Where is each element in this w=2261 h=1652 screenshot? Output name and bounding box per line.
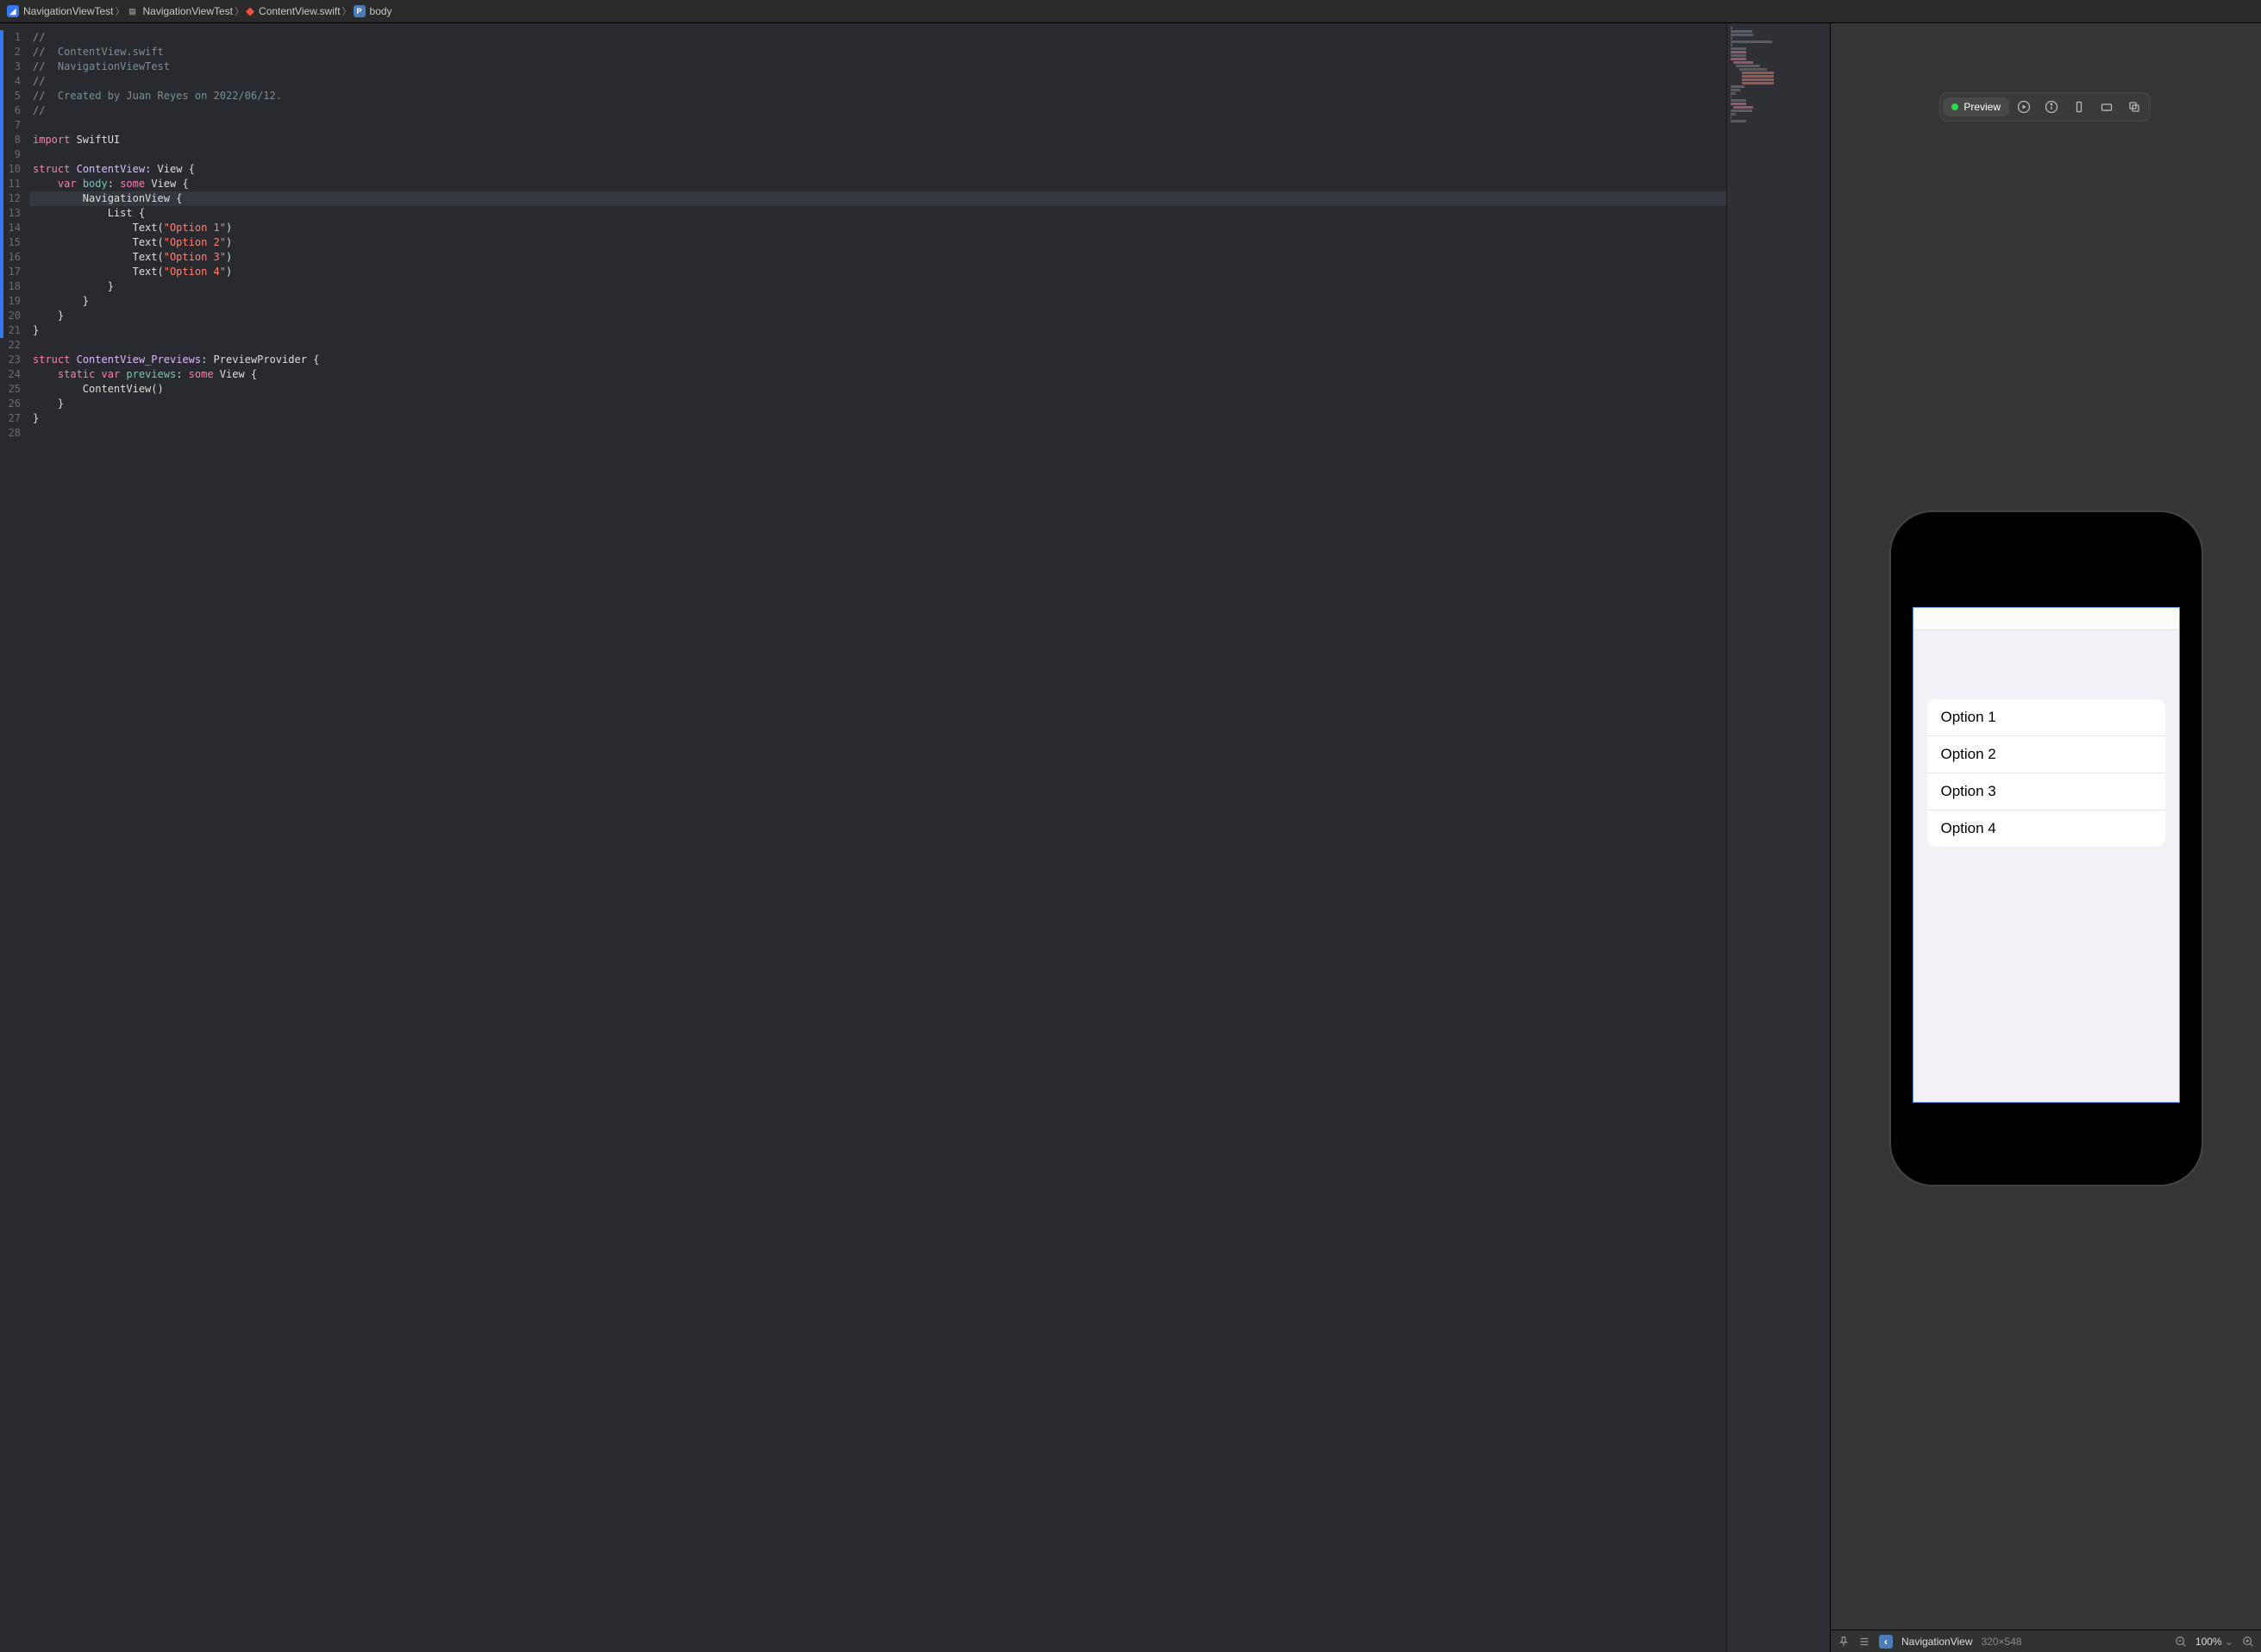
preview-label: Preview bbox=[1964, 101, 2001, 113]
device-settings-button[interactable] bbox=[2066, 96, 2092, 118]
zoom-level[interactable]: 100% ⌄ bbox=[2195, 1636, 2233, 1648]
breadcrumb-project-label: NavigationViewTest bbox=[23, 5, 114, 17]
play-button[interactable] bbox=[2011, 96, 2037, 118]
code-line[interactable]: // ContentView.swift bbox=[29, 45, 1726, 59]
code-line[interactable]: // NavigationViewTest bbox=[29, 59, 1726, 74]
variants-button[interactable] bbox=[2094, 96, 2120, 118]
code-line[interactable]: // bbox=[29, 103, 1726, 118]
code-line[interactable]: NavigationView { bbox=[29, 191, 1726, 206]
list-view: Option 1Option 2Option 3Option 4 bbox=[1927, 699, 2165, 847]
code-line[interactable]: Text("Option 2") bbox=[29, 235, 1726, 250]
line-gutter: 1234567891011121314151617181920212223242… bbox=[0, 23, 29, 1652]
code-line[interactable]: } bbox=[29, 411, 1726, 426]
code-line[interactable]: } bbox=[29, 323, 1726, 338]
code-line[interactable]: // bbox=[29, 30, 1726, 45]
zoom-in-button[interactable] bbox=[2242, 1636, 2254, 1648]
code-line[interactable] bbox=[29, 426, 1726, 441]
breadcrumb-project[interactable]: ◢ NavigationViewTest bbox=[7, 5, 114, 17]
folder-icon: ▤ bbox=[127, 5, 139, 17]
code-line[interactable] bbox=[29, 118, 1726, 133]
list-item[interactable]: Option 2 bbox=[1927, 736, 2165, 773]
code-line[interactable]: } bbox=[29, 279, 1726, 294]
breadcrumb-separator: 〉 bbox=[235, 4, 244, 18]
breadcrumb-file-label: ContentView.swift bbox=[259, 5, 341, 17]
code-line[interactable]: static var previews: some View { bbox=[29, 367, 1726, 382]
editor-panel: 1234567891011121314151617181920212223242… bbox=[0, 23, 1830, 1652]
list-item[interactable]: Option 1 bbox=[1927, 699, 2165, 736]
phone-frame: Option 1Option 2Option 3Option 4 bbox=[1891, 512, 2202, 1185]
swift-icon: ◆ bbox=[246, 4, 254, 18]
main-area: 1234567891011121314151617181920212223242… bbox=[0, 23, 2261, 1652]
code-line[interactable]: List { bbox=[29, 206, 1726, 221]
view-hierarchy-icon[interactable]: ‹ bbox=[1879, 1635, 1893, 1649]
breadcrumb-symbol[interactable]: P body bbox=[354, 5, 392, 17]
code-line[interactable]: // Created by Juan Reyes on 2022/06/12. bbox=[29, 89, 1726, 103]
view-dimensions-label: 320×548 bbox=[1982, 1636, 2022, 1648]
minimap[interactable] bbox=[1726, 23, 1830, 1652]
code-line[interactable]: // bbox=[29, 74, 1726, 89]
code-line[interactable]: } bbox=[29, 309, 1726, 323]
breadcrumb-folder-label: NavigationViewTest bbox=[143, 5, 234, 17]
code-line[interactable]: } bbox=[29, 397, 1726, 411]
breadcrumb-file[interactable]: ◆ ContentView.swift bbox=[246, 4, 341, 18]
code-line[interactable]: Text("Option 4") bbox=[29, 265, 1726, 279]
code-line[interactable]: var body: some View { bbox=[29, 177, 1726, 191]
code-line[interactable]: Text("Option 1") bbox=[29, 221, 1726, 235]
preview-canvas: Preview bbox=[1831, 23, 2261, 1630]
project-icon: ◢ bbox=[7, 5, 19, 17]
code-line[interactable]: ContentView() bbox=[29, 382, 1726, 397]
code-line[interactable] bbox=[29, 147, 1726, 162]
code-line[interactable]: } bbox=[29, 294, 1726, 309]
code-editor[interactable]: //// ContentView.swift// NavigationViewT… bbox=[29, 23, 1726, 1652]
duplicate-button[interactable] bbox=[2121, 96, 2147, 118]
preview-status-button[interactable]: Preview bbox=[1943, 97, 2009, 116]
navigation-bar bbox=[1913, 608, 2179, 630]
view-name-label: NavigationView bbox=[1901, 1636, 1973, 1648]
phone-screen[interactable]: Option 1Option 2Option 3Option 4 bbox=[1913, 607, 2180, 1103]
list-item[interactable]: Option 4 bbox=[1927, 810, 2165, 847]
property-icon: P bbox=[354, 5, 366, 17]
code-line[interactable]: struct ContentView_Previews: PreviewProv… bbox=[29, 353, 1726, 367]
breadcrumb-bar: ◢ NavigationViewTest 〉 ▤ NavigationViewT… bbox=[0, 0, 2261, 23]
breadcrumb-folder[interactable]: ▤ NavigationViewTest bbox=[127, 5, 234, 17]
code-line[interactable]: struct ContentView: View { bbox=[29, 162, 1726, 177]
code-line[interactable]: import SwiftUI bbox=[29, 133, 1726, 147]
code-line[interactable]: Text("Option 3") bbox=[29, 250, 1726, 265]
breadcrumb-symbol-label: body bbox=[370, 5, 392, 17]
preview-bottom-bar: ‹ NavigationView 320×548 100% ⌄ bbox=[1831, 1630, 2261, 1652]
live-indicator-icon bbox=[1951, 103, 1958, 110]
change-indicator bbox=[0, 30, 3, 338]
list-item[interactable]: Option 3 bbox=[1927, 773, 2165, 810]
inspect-button[interactable] bbox=[2039, 96, 2064, 118]
preview-panel: Preview bbox=[1830, 23, 2261, 1652]
preview-toolbar: Preview bbox=[1939, 92, 2151, 122]
breadcrumb-separator: 〉 bbox=[116, 4, 125, 18]
code-line[interactable] bbox=[29, 338, 1726, 353]
zoom-out-button[interactable] bbox=[2175, 1636, 2187, 1648]
breadcrumb-separator: 〉 bbox=[342, 4, 352, 18]
minimap-content bbox=[1727, 23, 1830, 127]
list-icon[interactable] bbox=[1858, 1636, 1870, 1648]
pin-icon[interactable] bbox=[1838, 1636, 1850, 1648]
